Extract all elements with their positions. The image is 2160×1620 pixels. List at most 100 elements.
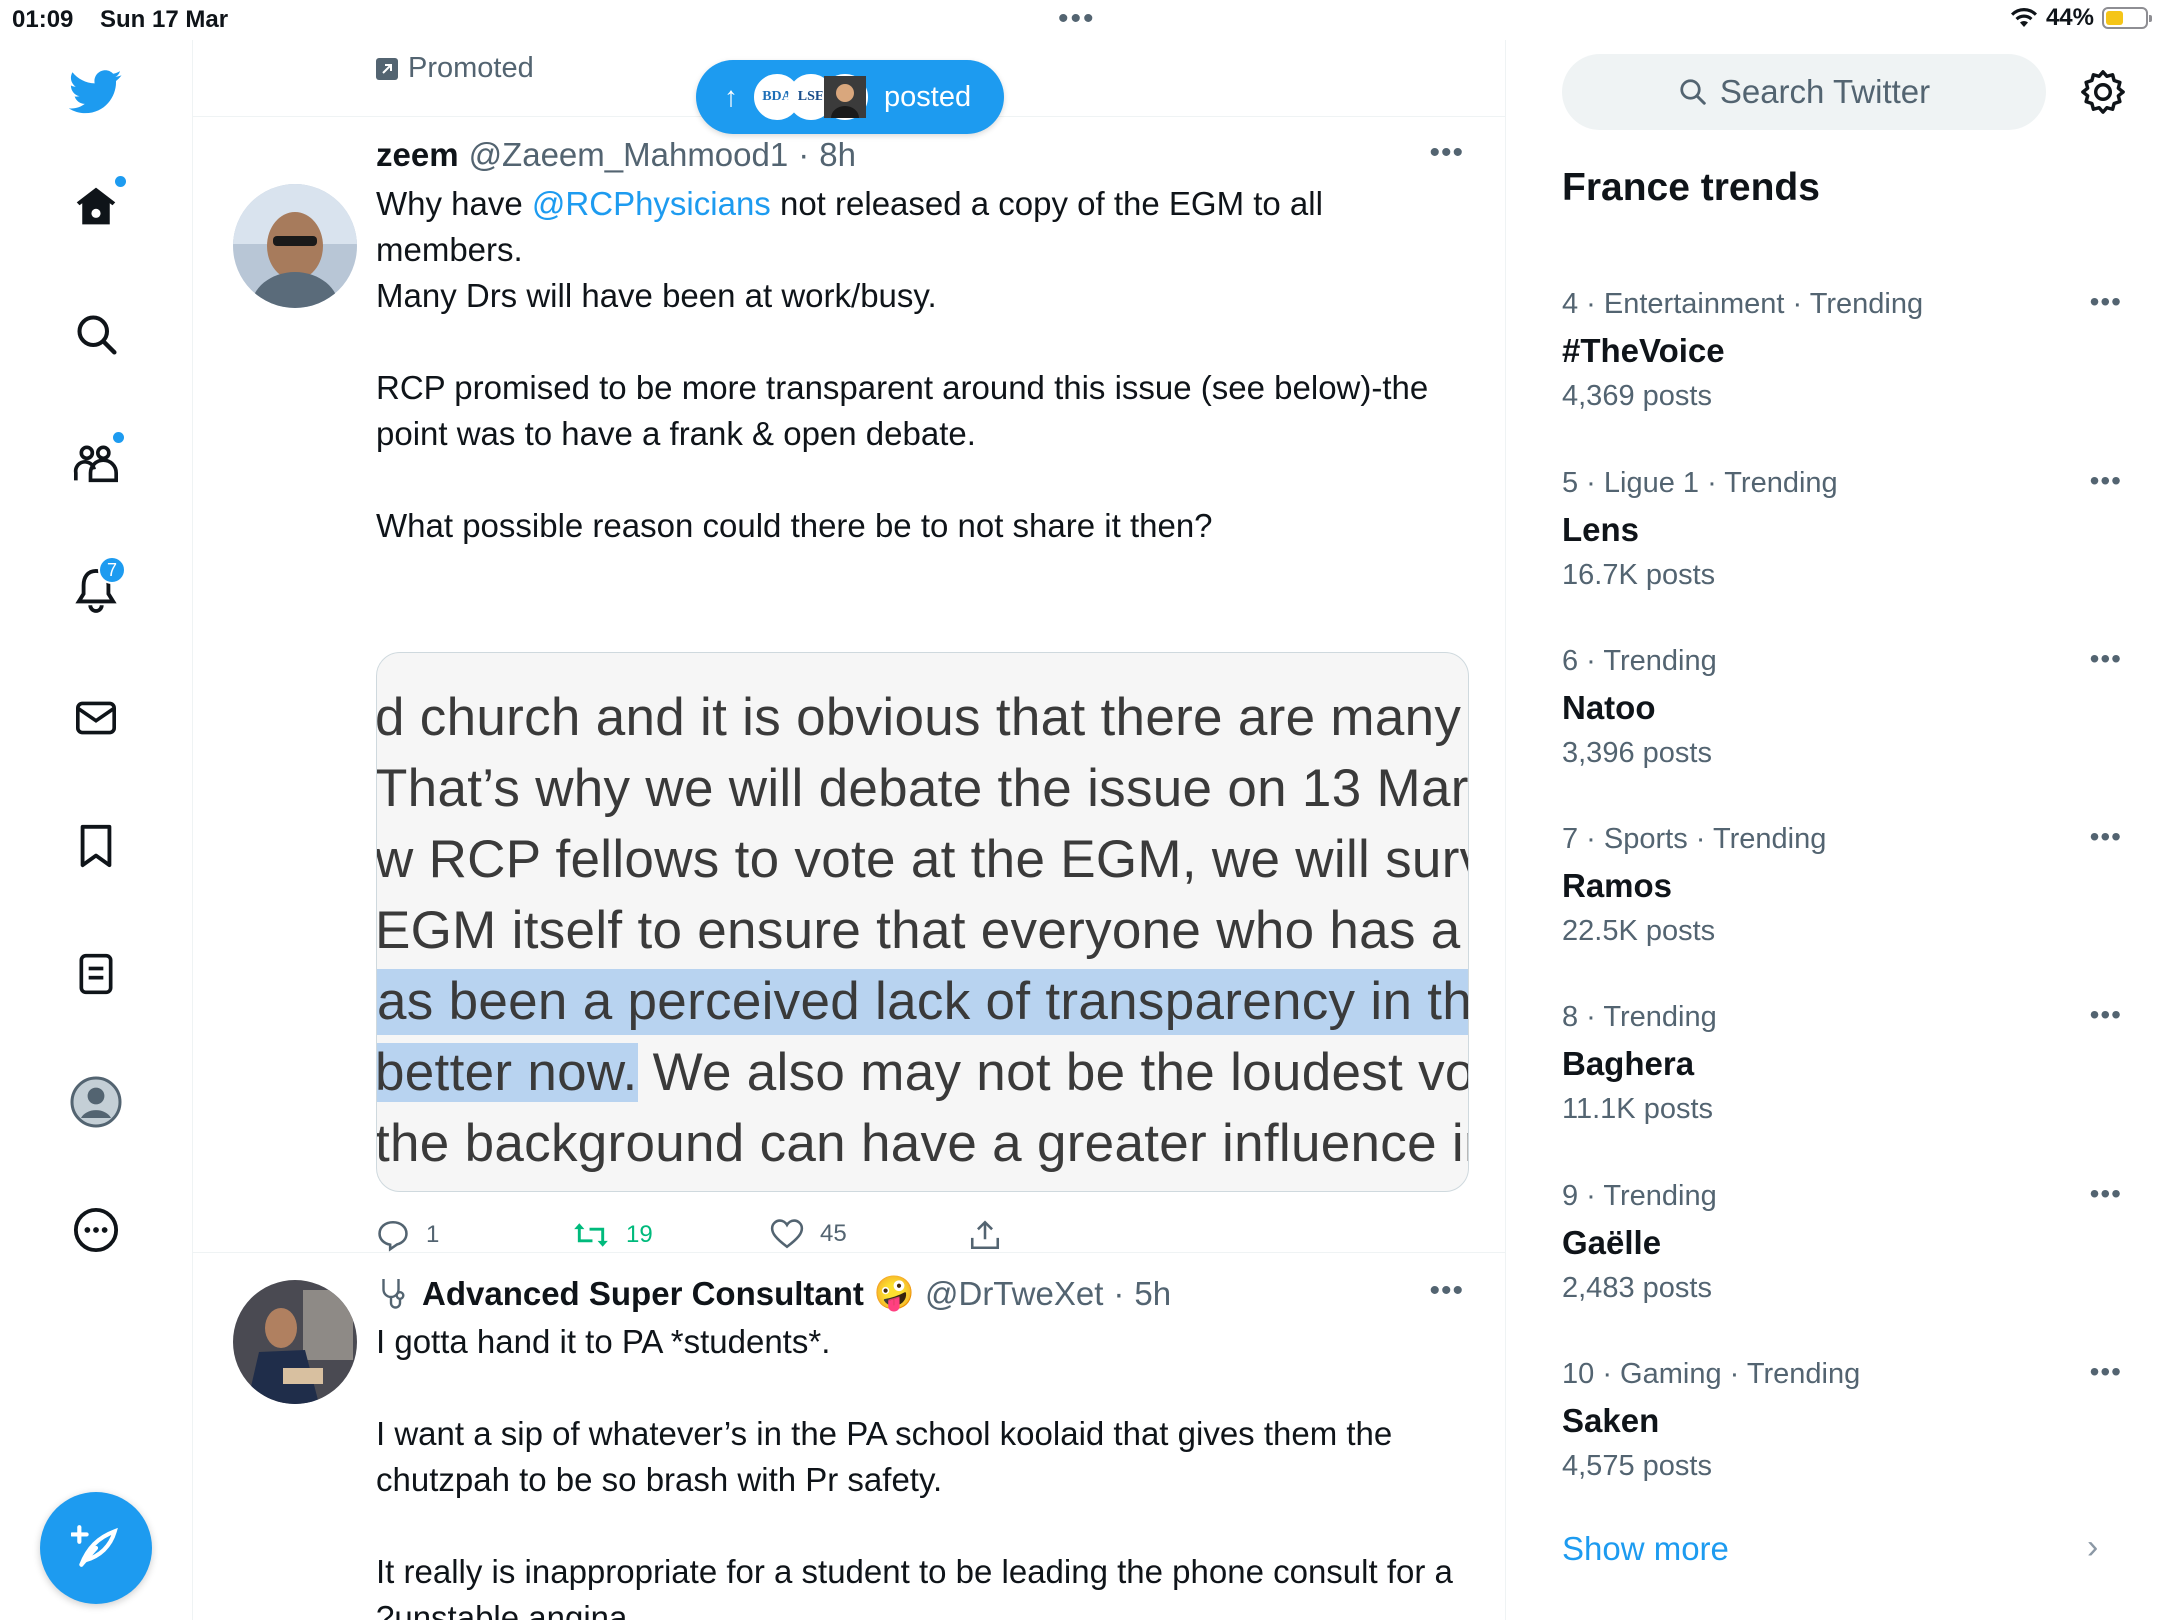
trend-more-icon[interactable]: ••• <box>2090 286 2122 318</box>
trend-more-icon[interactable]: ••• <box>2090 465 2122 497</box>
trend-name: Baghera <box>1562 1045 1695 1082</box>
like-button[interactable]: 45 <box>770 1218 847 1250</box>
stethoscope-icon <box>382 1278 405 1309</box>
image-text-line: EGM itself to ensure that everyone who h… <box>376 901 1469 960</box>
image-text-line-mixed: better now. We also may not be the loude… <box>377 1040 1469 1106</box>
trend-meta: 4 · Entertainment · Trending <box>1562 288 1924 320</box>
tweet-author-handle[interactable]: @DrTweXet <box>925 1275 1103 1313</box>
image-highlight: as been a perceived lack of transparency… <box>377 969 1468 1035</box>
search-input[interactable]: Search Twitter <box>1562 54 2046 130</box>
trend-more-icon[interactable]: ••• <box>2090 1178 2122 1210</box>
feather-plus-icon <box>71 1525 118 1567</box>
notifications-bell-icon[interactable]: 7 <box>58 552 134 628</box>
retweet-icon <box>574 1223 608 1247</box>
trend-item[interactable]: 5 · Ligue 1 · Trending Lens 16.7K posts … <box>1562 465 2122 627</box>
tweet-header: Advanced Super Consultant 🤪 @DrTweXet · … <box>376 1274 1171 1313</box>
trend-more-icon[interactable]: ••• <box>2090 821 2122 853</box>
trend-meta: 6 · Trending <box>1562 645 1717 677</box>
trend-item[interactable]: 10 · Gaming · Trending Saken 4,575 posts… <box>1562 1356 2122 1518</box>
trend-item[interactable]: 9 · Trending Gaëlle 2,483 posts ••• <box>1562 1178 2122 1340</box>
trend-more-icon[interactable]: ••• <box>2090 999 2122 1031</box>
heart-icon <box>770 1219 804 1249</box>
tweet-sep: · <box>798 136 810 173</box>
tweet-avatar-zeem[interactable] <box>233 184 357 308</box>
image-text-line: the background can have a greater influe… <box>376 1114 1469 1173</box>
chevron-right-icon[interactable]: › <box>2087 1528 2098 1567</box>
tweet-zeem[interactable]: zeem @Zaeem_Mahmood1 · 8h ••• Why have @… <box>193 116 1506 1252</box>
new-posts-pill[interactable]: ↑ BDA LSE posted <box>696 60 1004 134</box>
search-placeholder: Search Twitter <box>1719 73 1931 110</box>
image-text-line-highlighted: as been a perceived lack of transparency… <box>377 969 1468 1035</box>
tweet-advanced-super-consultant[interactable]: Advanced Super Consultant 🤪 @DrTweXet · … <box>193 1252 1506 1620</box>
trend-item[interactable]: 4 · Entertainment · Trending #TheVoice 4… <box>1562 286 2122 448</box>
explore-search-icon[interactable] <box>58 296 134 372</box>
tweet-mention-link[interactable]: @RCPhysicians <box>532 185 771 222</box>
multitasking-dots-icon[interactable]: ••• <box>1058 2 1096 36</box>
tweet-author-emoji: 🤪 <box>873 1274 915 1311</box>
tweet-author-name[interactable]: Advanced Super Consultant <box>422 1275 864 1313</box>
lists-icon[interactable] <box>58 936 134 1012</box>
trend-name: Ramos <box>1562 867 1673 904</box>
tweet-sep: · <box>1113 1274 1125 1312</box>
tweet-author-handle[interactable]: @Zaeem_Mahmood1 <box>469 136 789 174</box>
image-text-line: w RCP fellows to vote at the EGM, we wil… <box>376 830 1469 889</box>
tweet-more-icon[interactable]: ••• <box>1429 136 1464 170</box>
trend-meta: 9 · Trending <box>1562 1180 1717 1212</box>
twitter-logo-icon[interactable] <box>58 54 134 130</box>
trend-more-icon[interactable]: ••• <box>2090 1356 2122 1388</box>
tweet-text: Why have @RCPhysicians not released a co… <box>376 181 1456 549</box>
show-more-link[interactable]: Show more <box>1562 1530 1729 1568</box>
image-text-rest: We also may not be the loudest voi <box>637 1043 1469 1102</box>
trend-meta: 5 · Ligue 1 · Trending <box>1562 467 1838 499</box>
share-button[interactable] <box>968 1218 1002 1252</box>
trend-item[interactable]: 8 · Trending Baghera 11.1K posts ••• <box>1562 999 2122 1161</box>
trend-item[interactable]: 7 · Sports · Trending Ramos 22.5K posts … <box>1562 821 2122 983</box>
image-text-line: d church and it is obvious that there ar… <box>376 688 1469 747</box>
right-sidebar: Search Twitter France trends 4 · Enterta… <box>1507 40 2160 1620</box>
profile-avatar-icon[interactable] <box>58 1064 134 1140</box>
trend-more-icon[interactable]: ••• <box>2090 643 2122 675</box>
tweet-author-name[interactable]: zeem <box>376 136 459 174</box>
retweet-button[interactable]: 19 <box>572 1218 653 1252</box>
notifications-badge: 7 <box>98 556 126 584</box>
trend-name: Saken <box>1562 1402 1660 1439</box>
trend-meta: 10 · Gaming · Trending <box>1562 1358 1861 1390</box>
trend-item[interactable]: 6 · Trending Natoo 3,396 posts ••• <box>1562 643 2122 805</box>
retweet-count: 19 <box>626 1221 653 1248</box>
trend-count: 11.1K posts <box>1562 1093 1714 1125</box>
trend-name: #TheVoice <box>1562 332 1725 369</box>
trend-count: 4,575 posts <box>1562 1450 1712 1482</box>
trend-meta: 8 · Trending <box>1562 1001 1717 1033</box>
battery-percent: 44% <box>2045 4 2094 31</box>
settings-gear-icon[interactable] <box>2075 64 2131 120</box>
reply-button[interactable]: 1 <box>376 1218 439 1252</box>
messages-mail-icon[interactable] <box>58 680 134 756</box>
communities-unread-dot <box>113 432 124 443</box>
search-icon <box>1680 79 1706 105</box>
reply-count: 1 <box>426 1221 440 1248</box>
tweet-time[interactable]: 8h <box>819 136 856 174</box>
pill-avatar-person <box>822 74 868 120</box>
battery-level <box>2106 11 2123 25</box>
tweet-text-start: Why have <box>376 185 532 222</box>
reply-icon <box>378 1220 408 1252</box>
wifi-icon <box>2010 7 2037 27</box>
more-options-icon[interactable] <box>58 1192 134 1268</box>
tweet-text: I gotta hand it to PA *students*. I want… <box>376 1323 1453 1620</box>
tweet-avatar-drtwexet[interactable] <box>233 1280 357 1404</box>
trend-count: 16.7K posts <box>1562 559 1716 591</box>
promoted-label: Promoted <box>376 52 534 85</box>
image-text-line: That’s why we will debate the issue on 1… <box>376 759 1469 818</box>
trend-count: 22.5K posts <box>1562 915 1716 947</box>
trend-count: 4,369 posts <box>1562 380 1712 412</box>
trends-title: France trends <box>1562 166 1820 209</box>
trend-name: Gaëlle <box>1562 1224 1662 1261</box>
compose-tweet-button[interactable] <box>40 1492 152 1604</box>
tweet-image[interactable]: d church and it is obvious that there ar… <box>376 652 1469 1192</box>
tweet-more-icon[interactable]: ••• <box>1429 1274 1464 1308</box>
communities-icon[interactable] <box>58 424 134 500</box>
arrow-up-icon: ↑ <box>724 81 738 112</box>
bookmarks-icon[interactable] <box>58 808 134 884</box>
tweet-time[interactable]: 5h <box>1134 1275 1171 1313</box>
